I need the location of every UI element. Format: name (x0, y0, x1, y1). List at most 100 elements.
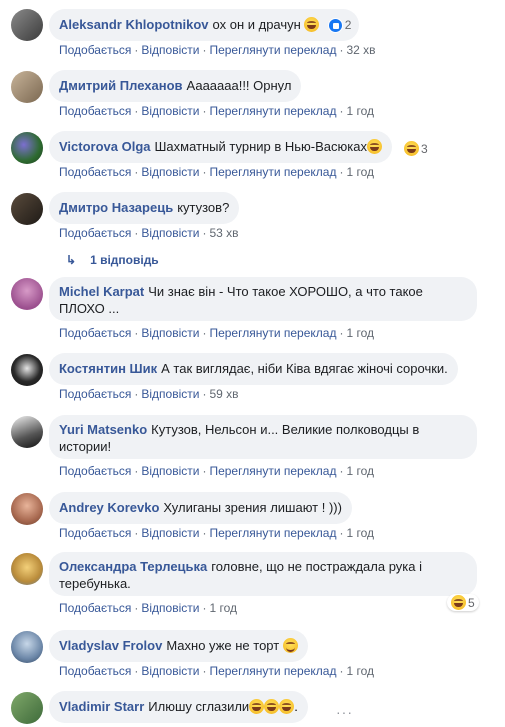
reply-link[interactable]: Відповісти (141, 43, 199, 57)
more-options-icon[interactable]: ··· (336, 704, 353, 720)
like-link[interactable]: Подобається (59, 326, 131, 340)
comment-time[interactable]: 59 хв (209, 387, 238, 401)
reply-link[interactable]: Відповісти (141, 326, 199, 340)
comment-time[interactable]: 1 год (346, 165, 374, 179)
comment-bubble: Дмитро Назарець кутузов? (49, 192, 240, 224)
smile-emoji-icon (282, 638, 298, 653)
comment-text: Махно уже не торт (166, 638, 280, 653)
reaction-count: 2 (344, 18, 352, 32)
comment-bubble: Andrey Korevko Хулиганы зрения лишают ! )… (49, 492, 352, 524)
like-link[interactable]: Подобається (59, 664, 131, 678)
comment-bubble: Дмитрий Плеханов Ааааааа!!! Орнул (49, 70, 302, 102)
avatar[interactable] (11, 631, 43, 663)
comment-time[interactable]: 1 год (346, 464, 374, 478)
comment-text: ох он и драчун (212, 17, 301, 32)
comment-bubble: Michel Karpat Чи знає він - Что такое ХОР… (49, 277, 477, 321)
reply-link[interactable]: Відповісти (141, 664, 199, 678)
like-link[interactable]: Подобається (59, 464, 131, 478)
comment-author[interactable]: Michel Karpat (59, 284, 144, 299)
like-link[interactable]: Подобається (59, 43, 131, 57)
like-reaction-icon (327, 18, 343, 33)
comment-actions: Подобається · Відповісти · 59 хв (59, 387, 239, 401)
comment-actions: Подобається · Відповісти · 53 хв (59, 226, 239, 240)
avatar[interactable] (11, 354, 43, 386)
comment-bubble: Костянтин Шик А так виглядає, ніби Ківа в… (49, 353, 458, 385)
avatar[interactable] (11, 416, 43, 448)
comment-time[interactable]: 1 год (346, 326, 374, 340)
comment-time[interactable]: 53 хв (209, 226, 238, 240)
translate-link[interactable]: Переглянути переклад (209, 43, 336, 57)
like-link[interactable]: Подобається (59, 104, 131, 118)
comment-actions: Подобається · Відповісти · Переглянути перек… (59, 664, 375, 678)
reply-link[interactable]: Відповісти (141, 226, 199, 240)
comment-author[interactable]: Vladimir Starr (59, 699, 144, 714)
comment-author[interactable]: Yuri Matsenko (59, 422, 147, 437)
comment-author[interactable]: Aleksandr Khlopotnikov (59, 17, 209, 32)
reply-link[interactable]: Відповісти (141, 601, 199, 615)
comment-actions: Подобається · Відповісти · Переглянути перек… (59, 165, 375, 179)
comment-text: Хулиганы зрения лишают ! ))) (163, 500, 342, 515)
laugh-emoji-icon (304, 17, 320, 32)
comment-actions: Подобається · Відповісти · Переглянути перек… (59, 326, 375, 340)
comment-text: Илюшу сглазили (148, 699, 250, 714)
comment-time[interactable]: 1 год (346, 664, 374, 678)
like-link[interactable]: Подобається (59, 165, 131, 179)
comment-author[interactable]: Олександра Терлецька (59, 559, 207, 574)
translate-link[interactable]: Переглянути переклад (209, 464, 336, 478)
avatar[interactable] (11, 71, 43, 103)
reaction-badge[interactable]: 3 (404, 141, 428, 156)
comment-author[interactable]: Дмитрий Плеханов (59, 78, 183, 93)
avatar[interactable] (11, 132, 43, 164)
comment-time[interactable]: 1 год (209, 601, 237, 615)
reaction-badge[interactable]: 5 (447, 594, 479, 611)
comment-text: А так виглядає, ніби Ківа вдягає жіночі … (161, 361, 448, 376)
reply-link[interactable]: Відповісти (141, 464, 199, 478)
comment-bubble: Олександра Терлецька головне, що не постр… (49, 552, 477, 596)
comment-time[interactable]: 32 хв (346, 43, 375, 57)
comment-actions: Подобається · Відповісти · Переглянути перек… (59, 43, 376, 57)
laugh-emoji-icon (249, 699, 265, 714)
reply-link[interactable]: Відповісти (141, 104, 199, 118)
like-link[interactable]: Подобається (59, 226, 131, 240)
translate-link[interactable]: Переглянути переклад (209, 326, 336, 340)
comment-actions: Подобається · Відповісти · Переглянути перек… (59, 104, 375, 118)
reply-arrow-icon: ↳ (66, 253, 77, 267)
comment-bubble: Victorova Olga Шахматный турнир в Нью-Вас… (49, 131, 392, 163)
comment-bubble: Yuri Matsenko Кутузов, Нельсон и... Велик… (49, 415, 477, 459)
comment-time[interactable]: 1 год (346, 526, 374, 540)
comment-bubble: Aleksandr Khlopotnikov ох он и драчун 2 (49, 9, 360, 41)
comment-author[interactable]: Костянтин Шик (59, 361, 157, 376)
avatar[interactable] (11, 493, 43, 525)
like-link[interactable]: Подобається (59, 601, 131, 615)
reply-link[interactable]: Відповісти (141, 165, 199, 179)
comment-author[interactable]: Дмитро Назарець (59, 200, 173, 215)
reply-link[interactable]: Відповісти (141, 526, 199, 540)
comment-author[interactable]: Vladyslav Frolov (59, 638, 162, 653)
comment-actions: Подобається · Відповісти · 1 год (59, 601, 237, 615)
comment-bubble: Vladimir Starr Илюшу сглазили. (49, 691, 308, 723)
laugh-emoji-icon (264, 699, 280, 714)
comment-text: Шахматный турнир в Нью-Васюках (154, 139, 367, 154)
avatar[interactable] (11, 553, 43, 585)
avatar[interactable] (11, 9, 43, 41)
comment-author[interactable]: Andrey Korevko (59, 500, 159, 515)
avatar[interactable] (11, 278, 43, 310)
reaction-count: 3 (421, 141, 428, 156)
view-replies-link[interactable]: ↳ 1 відповідь (66, 253, 159, 267)
comment-author[interactable]: Victorova Olga (59, 139, 151, 154)
translate-link[interactable]: Переглянути переклад (209, 526, 336, 540)
translate-link[interactable]: Переглянути переклад (209, 165, 336, 179)
reply-link[interactable]: Відповісти (141, 387, 199, 401)
comment-time[interactable]: 1 год (346, 104, 374, 118)
avatar[interactable] (11, 692, 43, 724)
comment-text: Ааааааа!!! Орнул (186, 78, 292, 93)
translate-link[interactable]: Переглянути переклад (209, 104, 336, 118)
laugh-emoji-icon (279, 699, 295, 714)
laugh-reaction-icon (404, 141, 419, 156)
reaction-badge[interactable]: 2 (327, 17, 352, 34)
translate-link[interactable]: Переглянути переклад (209, 664, 336, 678)
like-link[interactable]: Подобається (59, 387, 131, 401)
avatar[interactable] (11, 193, 43, 225)
like-link[interactable]: Подобається (59, 526, 131, 540)
replies-count: 1 відповідь (90, 253, 159, 267)
